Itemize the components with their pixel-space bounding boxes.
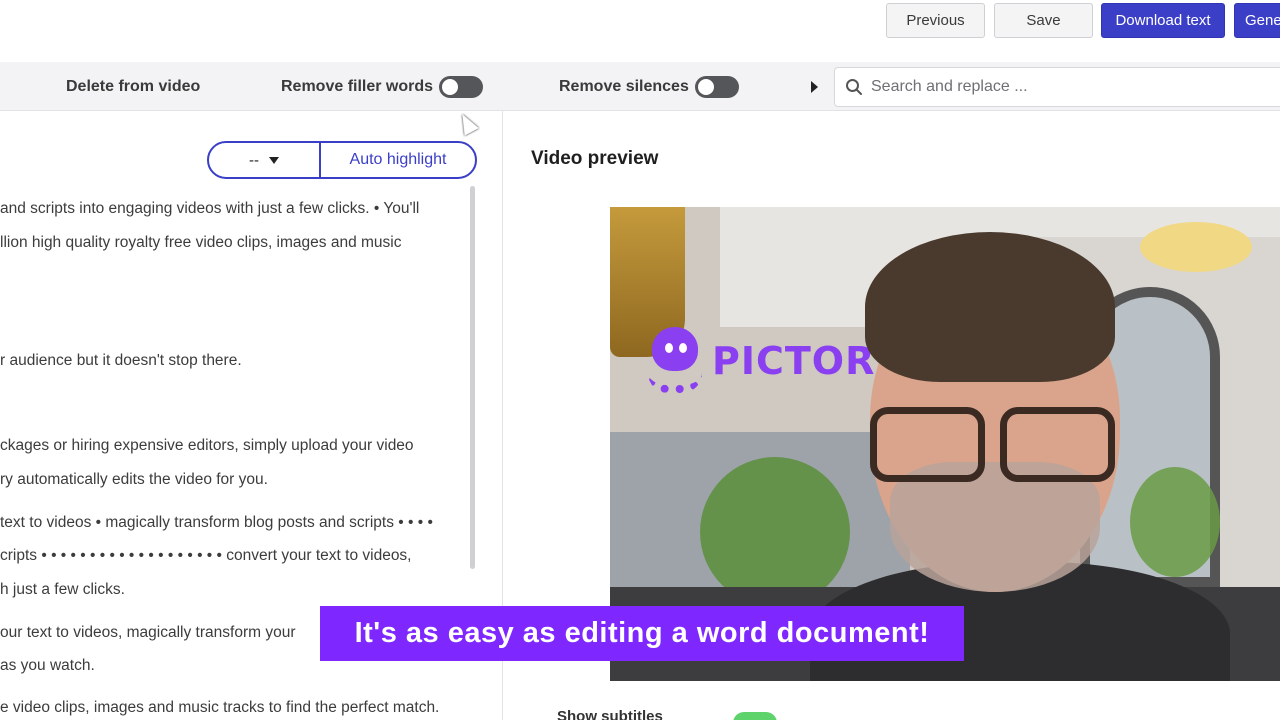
remove-filler-words-label: Remove filler words [281,77,434,95]
show-subtitles-label: Show subtitles [557,708,663,720]
top-action-bar: Previous Save Download text Gene [0,0,1280,62]
show-subtitles-toggle[interactable] [733,712,777,720]
remove-filler-words-control[interactable]: Remove filler words [281,62,484,111]
transcript-line[interactable]: r audience but it doesn't stop there. [0,352,242,370]
save-button[interactable]: Save [994,3,1093,38]
more-tools-arrow-icon[interactable] [811,81,818,93]
search-replace-box[interactable] [834,67,1280,107]
previous-button[interactable]: Previous [886,3,985,38]
transcript-line[interactable]: llion high quality royalty free video cl… [0,234,401,252]
remove-silences-toggle[interactable] [694,75,739,98]
transcript-line[interactable]: our text to videos, magically transform … [0,624,295,642]
video-preview-title: Video preview [531,148,659,169]
toggle-knob [697,78,714,95]
octopus-logo-icon [646,327,704,395]
download-text-button[interactable]: Download text [1101,3,1225,38]
delete-from-video-label: Delete from video [66,77,201,95]
search-replace-input[interactable] [871,78,1251,96]
generate-button[interactable]: Gene [1234,3,1280,38]
transcript-line[interactable]: e video clips, images and music tracks t… [0,699,439,717]
brand-logo: PICTOR [646,327,875,395]
remove-silences-label: Remove silences [559,77,689,95]
toggle-knob [442,78,459,95]
remove-silences-control[interactable]: Remove silences [559,62,739,111]
subtitle-caption: It's as easy as editing a word document! [320,606,964,661]
transcript-line[interactable]: as you watch. [0,657,95,675]
auto-highlight-button[interactable]: Auto highlight [321,143,475,177]
transcript-line[interactable]: text to videos • magically transform blo… [0,514,433,532]
transcript-scrollbar[interactable] [470,186,475,569]
delete-from-video-button[interactable]: Delete from video [66,62,200,111]
transcript-line[interactable]: ry automatically edits the video for you… [0,471,268,489]
highlight-select[interactable]: -- [209,143,321,177]
transcript-line[interactable]: cripts • • • • • • • • • • • • • • • • •… [0,547,412,565]
search-icon [846,79,862,95]
transcript-line[interactable]: ckages or hiring expensive editors, simp… [0,437,414,455]
chevron-down-icon [269,156,279,164]
highlight-select-value: -- [249,151,259,169]
transcript-line[interactable]: and scripts into engaging videos with ju… [0,200,419,218]
transcript-line[interactable]: h just a few clicks. [0,581,125,599]
remove-filler-words-toggle[interactable] [439,75,484,98]
highlight-control-group: -- Auto highlight [207,141,477,179]
video-background [700,457,850,607]
